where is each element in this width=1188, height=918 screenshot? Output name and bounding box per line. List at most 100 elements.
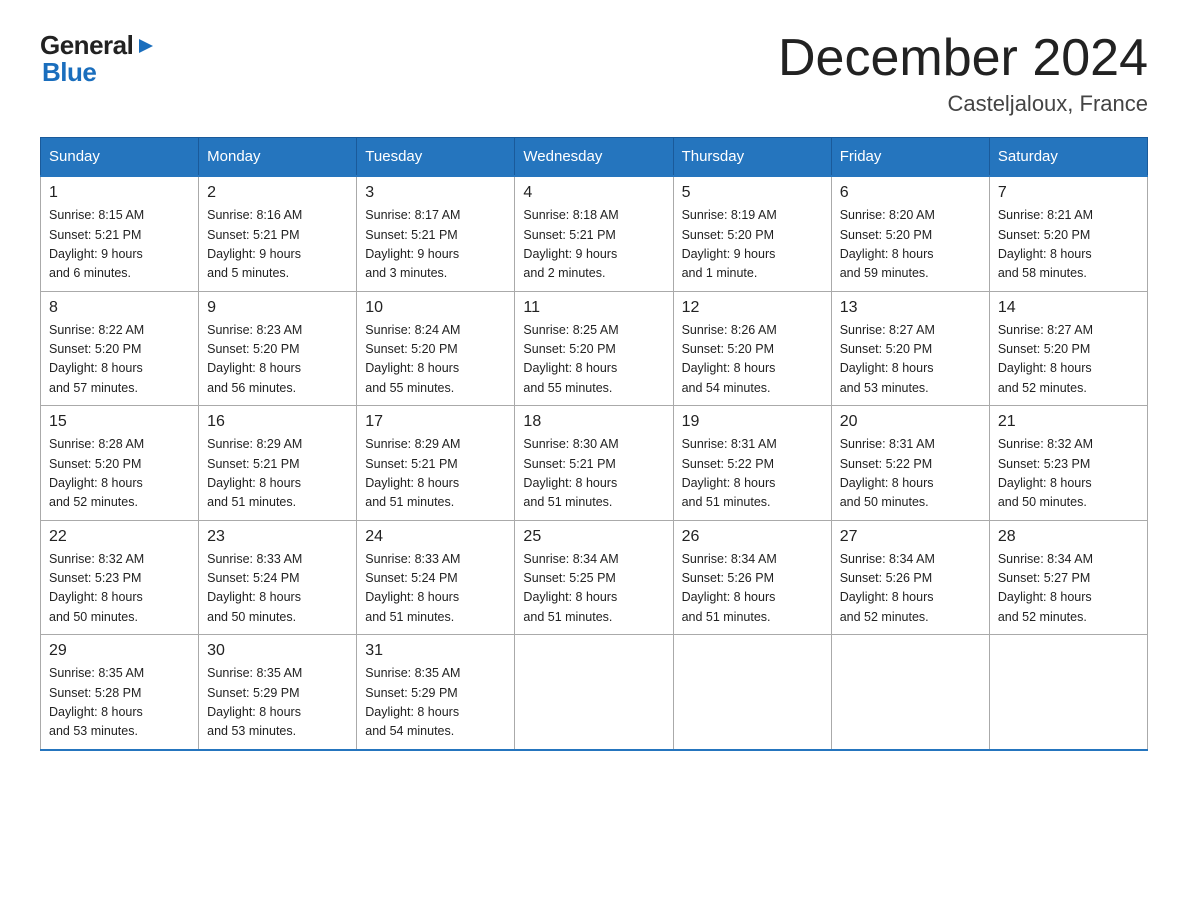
calendar-cell: 1Sunrise: 8:15 AM Sunset: 5:21 PM Daylig… [41, 176, 199, 291]
calendar-cell: 9 Sunrise: 8:23 AM Sunset: 5:20 PM Daylig… [199, 291, 357, 406]
header-cell-sunday: Sunday [41, 138, 199, 177]
calendar-cell: 25 Sunrise: 8:34 AM Sunset: 5:25 PM Dayli… [515, 520, 673, 635]
day-info: Sunrise: 8:31 AM Sunset: 5:22 PM Dayligh… [682, 435, 823, 513]
day-info: Sunrise: 8:27 AM Sunset: 5:20 PM Dayligh… [998, 321, 1139, 399]
calendar-week-row: 15 Sunrise: 8:28 AM Sunset: 5:20 PM Dayli… [41, 406, 1148, 521]
day-number: 31 [365, 642, 506, 660]
day-info: Sunrise: 8:34 AM Sunset: 5:25 PM Dayligh… [523, 550, 664, 628]
calendar-cell: 19 Sunrise: 8:31 AM Sunset: 5:22 PM Dayli… [673, 406, 831, 521]
calendar-header: SundayMondayTuesdayWednesdayThursdayFrid… [41, 138, 1148, 177]
day-number: 23 [207, 528, 348, 546]
calendar-cell: 24 Sunrise: 8:33 AM Sunset: 5:24 PM Dayli… [357, 520, 515, 635]
calendar-cell [831, 635, 989, 750]
day-number: 14 [998, 299, 1139, 317]
day-number: 8 [49, 299, 190, 317]
page-header: General Blue December 2024 Casteljaloux,… [40, 30, 1148, 117]
day-number: 27 [840, 528, 981, 546]
day-info: Sunrise: 8:32 AM Sunset: 5:23 PM Dayligh… [49, 550, 190, 628]
calendar-week-row: 8 Sunrise: 8:22 AM Sunset: 5:20 PM Daylig… [41, 291, 1148, 406]
day-info: Sunrise: 8:19 AM Sunset: 5:20 PM Dayligh… [682, 206, 823, 284]
day-number: 17 [365, 413, 506, 431]
header-cell-monday: Monday [199, 138, 357, 177]
calendar-cell: 20 Sunrise: 8:31 AM Sunset: 5:22 PM Dayli… [831, 406, 989, 521]
day-number: 11 [523, 299, 664, 317]
logo: General Blue [40, 30, 157, 88]
calendar-cell: 4Sunrise: 8:18 AM Sunset: 5:21 PM Daylig… [515, 176, 673, 291]
day-number: 2 [207, 184, 348, 202]
day-number: 12 [682, 299, 823, 317]
day-info: Sunrise: 8:31 AM Sunset: 5:22 PM Dayligh… [840, 435, 981, 513]
day-number: 15 [49, 413, 190, 431]
calendar-cell: 26Sunrise: 8:34 AM Sunset: 5:26 PM Dayli… [673, 520, 831, 635]
header-cell-saturday: Saturday [989, 138, 1147, 177]
calendar-cell: 11 Sunrise: 8:25 AM Sunset: 5:20 PM Dayli… [515, 291, 673, 406]
day-info: Sunrise: 8:23 AM Sunset: 5:20 PM Dayligh… [207, 321, 348, 399]
calendar-cell [989, 635, 1147, 750]
calendar-cell [515, 635, 673, 750]
calendar-cell: 23 Sunrise: 8:33 AM Sunset: 5:24 PM Dayli… [199, 520, 357, 635]
day-info: Sunrise: 8:34 AM Sunset: 5:26 PM Dayligh… [840, 550, 981, 628]
day-info: Sunrise: 8:25 AM Sunset: 5:20 PM Dayligh… [523, 321, 664, 399]
day-number: 10 [365, 299, 506, 317]
calendar-cell: 15 Sunrise: 8:28 AM Sunset: 5:20 PM Dayli… [41, 406, 199, 521]
day-number: 20 [840, 413, 981, 431]
calendar-cell: 2Sunrise: 8:16 AM Sunset: 5:21 PM Daylig… [199, 176, 357, 291]
calendar-cell: 27 Sunrise: 8:34 AM Sunset: 5:26 PM Dayli… [831, 520, 989, 635]
day-number: 30 [207, 642, 348, 660]
calendar-cell: 29 Sunrise: 8:35 AM Sunset: 5:28 PM Dayli… [41, 635, 199, 750]
day-number: 1 [49, 184, 190, 202]
day-number: 25 [523, 528, 664, 546]
calendar-cell: 8 Sunrise: 8:22 AM Sunset: 5:20 PM Daylig… [41, 291, 199, 406]
header-row: SundayMondayTuesdayWednesdayThursdayFrid… [41, 138, 1148, 177]
day-number: 16 [207, 413, 348, 431]
day-number: 22 [49, 528, 190, 546]
calendar-cell: 21 Sunrise: 8:32 AM Sunset: 5:23 PM Dayli… [989, 406, 1147, 521]
day-info: Sunrise: 8:18 AM Sunset: 5:21 PM Dayligh… [523, 206, 664, 284]
day-number: 6 [840, 184, 981, 202]
main-title: December 2024 [778, 30, 1148, 87]
day-number: 21 [998, 413, 1139, 431]
day-number: 29 [49, 642, 190, 660]
calendar-cell: 14 Sunrise: 8:27 AM Sunset: 5:20 PM Dayli… [989, 291, 1147, 406]
calendar-cell: 30 Sunrise: 8:35 AM Sunset: 5:29 PM Dayli… [199, 635, 357, 750]
calendar-cell: 10 Sunrise: 8:24 AM Sunset: 5:20 PM Dayli… [357, 291, 515, 406]
day-info: Sunrise: 8:26 AM Sunset: 5:20 PM Dayligh… [682, 321, 823, 399]
calendar-week-row: 1Sunrise: 8:15 AM Sunset: 5:21 PM Daylig… [41, 176, 1148, 291]
title-block: December 2024 Casteljaloux, France [778, 30, 1148, 117]
day-info: Sunrise: 8:27 AM Sunset: 5:20 PM Dayligh… [840, 321, 981, 399]
day-info: Sunrise: 8:33 AM Sunset: 5:24 PM Dayligh… [207, 550, 348, 628]
day-number: 19 [682, 413, 823, 431]
day-info: Sunrise: 8:22 AM Sunset: 5:20 PM Dayligh… [49, 321, 190, 399]
calendar-body: 1Sunrise: 8:15 AM Sunset: 5:21 PM Daylig… [41, 176, 1148, 750]
day-info: Sunrise: 8:34 AM Sunset: 5:27 PM Dayligh… [998, 550, 1139, 628]
day-info: Sunrise: 8:30 AM Sunset: 5:21 PM Dayligh… [523, 435, 664, 513]
calendar-cell: 13 Sunrise: 8:27 AM Sunset: 5:20 PM Dayli… [831, 291, 989, 406]
calendar-cell: 16 Sunrise: 8:29 AM Sunset: 5:21 PM Dayli… [199, 406, 357, 521]
day-number: 13 [840, 299, 981, 317]
day-number: 9 [207, 299, 348, 317]
calendar-week-row: 29 Sunrise: 8:35 AM Sunset: 5:28 PM Dayli… [41, 635, 1148, 750]
day-info: Sunrise: 8:21 AM Sunset: 5:20 PM Dayligh… [998, 206, 1139, 284]
day-info: Sunrise: 8:29 AM Sunset: 5:21 PM Dayligh… [365, 435, 506, 513]
day-number: 5 [682, 184, 823, 202]
day-info: Sunrise: 8:32 AM Sunset: 5:23 PM Dayligh… [998, 435, 1139, 513]
day-number: 24 [365, 528, 506, 546]
day-info: Sunrise: 8:28 AM Sunset: 5:20 PM Dayligh… [49, 435, 190, 513]
calendar-cell: 12 Sunrise: 8:26 AM Sunset: 5:20 PM Dayli… [673, 291, 831, 406]
day-number: 3 [365, 184, 506, 202]
day-number: 28 [998, 528, 1139, 546]
calendar-cell: 5 Sunrise: 8:19 AM Sunset: 5:20 PM Daylig… [673, 176, 831, 291]
header-cell-thursday: Thursday [673, 138, 831, 177]
subtitle: Casteljaloux, France [778, 91, 1148, 117]
header-cell-friday: Friday [831, 138, 989, 177]
day-info: Sunrise: 8:29 AM Sunset: 5:21 PM Dayligh… [207, 435, 348, 513]
calendar-cell: 28 Sunrise: 8:34 AM Sunset: 5:27 PM Dayli… [989, 520, 1147, 635]
calendar-cell: 3Sunrise: 8:17 AM Sunset: 5:21 PM Daylig… [357, 176, 515, 291]
day-info: Sunrise: 8:24 AM Sunset: 5:20 PM Dayligh… [365, 321, 506, 399]
day-info: Sunrise: 8:33 AM Sunset: 5:24 PM Dayligh… [365, 550, 506, 628]
day-info: Sunrise: 8:35 AM Sunset: 5:29 PM Dayligh… [207, 664, 348, 742]
day-info: Sunrise: 8:20 AM Sunset: 5:20 PM Dayligh… [840, 206, 981, 284]
logo-blue: Blue [40, 57, 157, 88]
calendar-table: SundayMondayTuesdayWednesdayThursdayFrid… [40, 137, 1148, 751]
day-info: Sunrise: 8:35 AM Sunset: 5:28 PM Dayligh… [49, 664, 190, 742]
